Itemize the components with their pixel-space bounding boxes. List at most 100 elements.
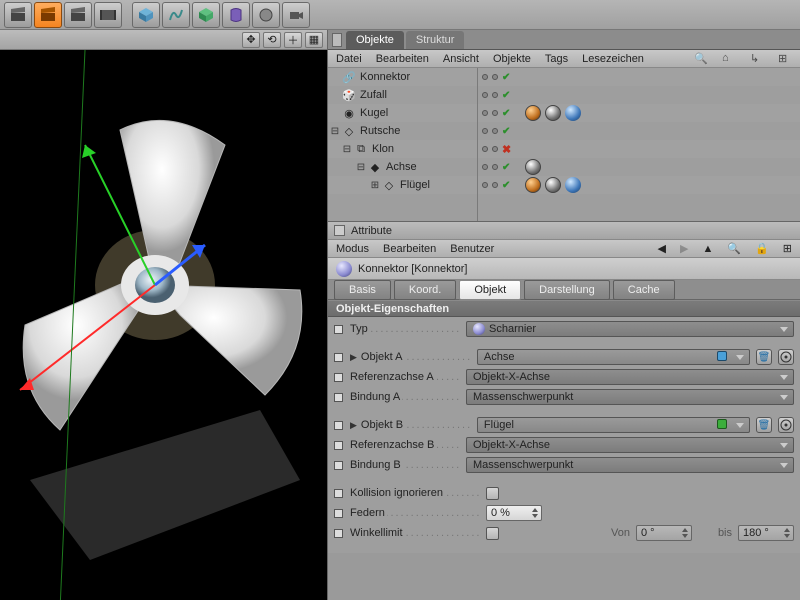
tool-cube-icon[interactable] bbox=[132, 2, 160, 28]
tool-clapper-icon[interactable] bbox=[4, 2, 32, 28]
keyframe-dot-icon[interactable] bbox=[334, 373, 343, 382]
tree-item-fluegel[interactable]: ⊞◇Flügel bbox=[328, 176, 477, 194]
tab-objects[interactable]: Objekte bbox=[346, 31, 404, 49]
search-icon[interactable]: 🔍 bbox=[694, 52, 708, 66]
keyframe-dot-icon[interactable] bbox=[334, 529, 343, 538]
keyframe-dot-icon[interactable] bbox=[334, 441, 343, 450]
keyframe-dot-icon[interactable] bbox=[334, 353, 343, 362]
tool-environment-icon[interactable] bbox=[252, 2, 280, 28]
menu-tags[interactable]: Tags bbox=[545, 53, 568, 65]
dropdown-typ[interactable]: Scharnier bbox=[466, 321, 794, 337]
enable-check-icon[interactable]: ✔ bbox=[502, 72, 510, 83]
menu-objects[interactable]: Objekte bbox=[493, 53, 531, 65]
tool-generator-icon[interactable] bbox=[192, 2, 220, 28]
tool-clapper3-icon[interactable] bbox=[64, 2, 92, 28]
material-tag-icon[interactable] bbox=[525, 177, 541, 193]
expand-toggle-icon[interactable]: ⊞ bbox=[370, 180, 380, 191]
checkbox-kollision[interactable] bbox=[486, 487, 499, 500]
tree-item-konnektor[interactable]: 🔗Konnektor bbox=[328, 68, 477, 86]
keyframe-dot-icon[interactable] bbox=[334, 421, 343, 430]
tag-row[interactable]: ✔ bbox=[478, 86, 800, 104]
menu-mode[interactable]: Modus bbox=[336, 243, 369, 255]
menu-bookmarks[interactable]: Lesezeichen bbox=[582, 53, 644, 65]
nav-up-icon[interactable]: ▲ bbox=[702, 243, 713, 255]
expand-toggle-icon[interactable]: ⊟ bbox=[356, 162, 366, 173]
tag-icon[interactable] bbox=[565, 177, 581, 193]
tab-structure[interactable]: Struktur bbox=[406, 31, 465, 49]
dropdown-bindung-b[interactable]: Massenschwerpunkt bbox=[466, 457, 794, 473]
tree-item-rutsche[interactable]: ⊟◇Rutsche bbox=[328, 122, 477, 140]
tree-item-klon[interactable]: ⊟⧉Klon bbox=[328, 140, 477, 158]
clear-link-button[interactable]: 🗑 bbox=[756, 417, 772, 433]
input-bis[interactable]: 180 ° bbox=[738, 525, 794, 541]
tag-row[interactable]: ✔ bbox=[478, 122, 800, 140]
expand-toggle-icon[interactable]: ⊟ bbox=[330, 126, 340, 137]
expand-icon[interactable]: ⊞ bbox=[778, 52, 792, 66]
tree-item-zufall[interactable]: 🎲Zufall bbox=[328, 86, 477, 104]
dynamics-tag-icon[interactable] bbox=[545, 105, 561, 121]
lock-icon[interactable]: 🔒 bbox=[755, 242, 769, 255]
tag-icon[interactable] bbox=[565, 105, 581, 121]
tool-clapper2-icon[interactable] bbox=[34, 2, 62, 28]
nav-fwd-icon[interactable]: ▶ bbox=[680, 242, 688, 255]
path-icon[interactable]: ↳ bbox=[750, 52, 764, 66]
tag-row[interactable]: ✔ bbox=[478, 68, 800, 86]
tag-row[interactable]: ✔ bbox=[478, 158, 800, 176]
tool-film-icon[interactable] bbox=[94, 2, 122, 28]
view-rotate-icon[interactable]: ⟲ bbox=[263, 32, 281, 48]
input-federn[interactable]: 0 % bbox=[486, 505, 542, 521]
keyframe-dot-icon[interactable] bbox=[334, 509, 343, 518]
pick-target-button[interactable] bbox=[778, 349, 794, 365]
link-objekt-b[interactable]: Flügel bbox=[477, 417, 750, 433]
tree-item-achse[interactable]: ⊟◆Achse bbox=[328, 158, 477, 176]
material-tag-icon[interactable] bbox=[545, 177, 561, 193]
material-tag-icon[interactable] bbox=[525, 105, 541, 121]
new-window-icon[interactable]: ⊞ bbox=[783, 242, 792, 255]
menu-edit[interactable]: Bearbeiten bbox=[376, 53, 429, 65]
tool-camera-icon[interactable] bbox=[282, 2, 310, 28]
pick-target-button[interactable] bbox=[778, 417, 794, 433]
search-icon[interactable]: 🔍 bbox=[727, 242, 741, 255]
dropdown-refachse-a[interactable]: Objekt-X-Achse bbox=[466, 369, 794, 385]
menu-view[interactable]: Ansicht bbox=[443, 53, 479, 65]
nav-back-icon[interactable]: ◀ bbox=[658, 242, 666, 255]
disable-x-icon[interactable]: ✖ bbox=[502, 143, 511, 156]
viewport-3d[interactable] bbox=[0, 50, 327, 600]
tab-koord[interactable]: Koord. bbox=[394, 280, 456, 300]
enable-check-icon[interactable]: ✔ bbox=[502, 126, 510, 137]
tag-row[interactable]: ✖ bbox=[478, 140, 800, 158]
menu-edit[interactable]: Bearbeiten bbox=[383, 243, 436, 255]
keyframe-dot-icon[interactable] bbox=[334, 489, 343, 498]
tab-basis[interactable]: Basis bbox=[334, 280, 391, 300]
enable-check-icon[interactable]: ✔ bbox=[502, 180, 510, 191]
menu-user[interactable]: Benutzer bbox=[450, 243, 494, 255]
enable-check-icon[interactable]: ✔ bbox=[502, 90, 510, 101]
keyframe-dot-icon[interactable] bbox=[334, 461, 343, 470]
view-zoom-icon[interactable]: ＋ bbox=[284, 32, 302, 48]
enable-check-icon[interactable]: ✔ bbox=[502, 162, 510, 173]
checkbox-winkellimit[interactable] bbox=[486, 527, 499, 540]
object-tree[interactable]: 🔗Konnektor 🎲Zufall ◉Kugel ⊟◇Rutsche ⊟⧉Kl… bbox=[328, 68, 478, 221]
menu-file[interactable]: Datei bbox=[336, 53, 362, 65]
view-move-icon[interactable]: ✥ bbox=[242, 32, 260, 48]
input-von[interactable]: 0 ° bbox=[636, 525, 692, 541]
panel-grip-icon[interactable] bbox=[332, 33, 342, 47]
expand-toggle-icon[interactable]: ⊟ bbox=[342, 144, 352, 155]
home-icon[interactable]: ⌂ bbox=[722, 52, 736, 66]
tool-spline-icon[interactable] bbox=[162, 2, 190, 28]
expand-arrow-icon[interactable]: ▶ bbox=[350, 420, 357, 431]
keyframe-dot-icon[interactable] bbox=[334, 393, 343, 402]
panel-grip-icon[interactable] bbox=[334, 225, 345, 236]
link-objekt-a[interactable]: Achse bbox=[477, 349, 750, 365]
tab-cache[interactable]: Cache bbox=[613, 280, 675, 300]
dropdown-bindung-a[interactable]: Massenschwerpunkt bbox=[466, 389, 794, 405]
tool-deformer-icon[interactable] bbox=[222, 2, 250, 28]
tag-row[interactable]: ✔ bbox=[478, 104, 800, 122]
tab-darstellung[interactable]: Darstellung bbox=[524, 280, 610, 300]
expand-arrow-icon[interactable]: ▶ bbox=[350, 352, 357, 363]
dropdown-refachse-b[interactable]: Objekt-X-Achse bbox=[466, 437, 794, 453]
tag-row[interactable]: ✔ bbox=[478, 176, 800, 194]
tab-objekt[interactable]: Objekt bbox=[459, 280, 521, 300]
enable-check-icon[interactable]: ✔ bbox=[502, 108, 510, 119]
tree-item-kugel[interactable]: ◉Kugel bbox=[328, 104, 477, 122]
